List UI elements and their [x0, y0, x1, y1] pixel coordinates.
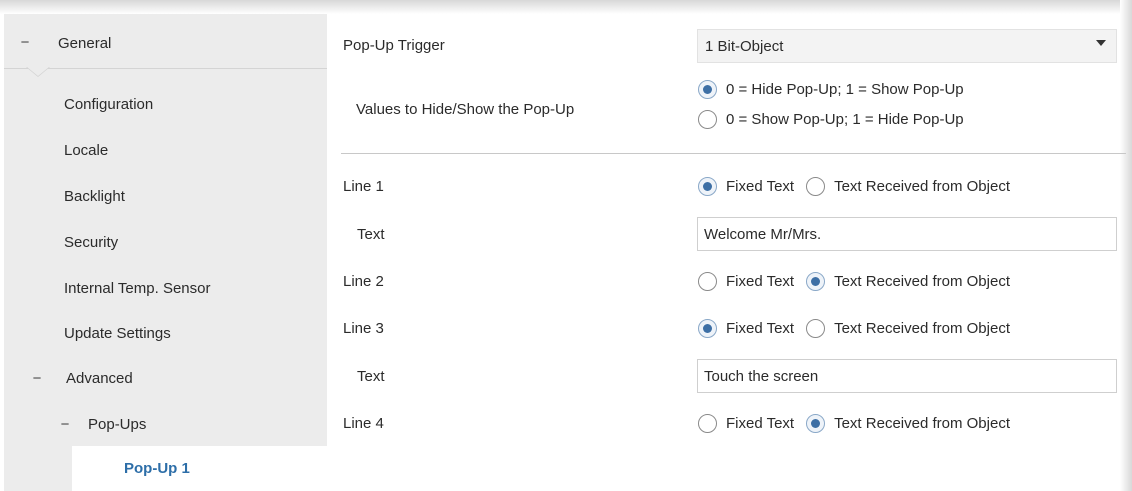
- section-divider: [341, 153, 1126, 154]
- line-3-text-label: Text: [357, 368, 385, 385]
- radio-label: Fixed Text: [726, 320, 795, 337]
- sidebar-item-label: Advanced: [66, 369, 133, 387]
- line-2-options: Fixed Text Text Received from Object: [698, 272, 1022, 291]
- line-3-label: Line 3: [343, 320, 384, 337]
- line-1-text-label: Text: [357, 226, 385, 243]
- radio-label: Fixed Text: [726, 273, 795, 290]
- radio-label: Text Received from Object: [834, 273, 1010, 290]
- radio-label: 0 = Hide Pop-Up; 1 = Show Pop-Up: [726, 81, 964, 98]
- values-option-0[interactable]: 0 = Hide Pop-Up; 1 = Show Pop-Up: [698, 80, 976, 99]
- collapse-icon[interactable]: −: [18, 34, 32, 51]
- radio-label: Text Received from Object: [834, 178, 1010, 195]
- radio-unselected-icon[interactable]: [806, 177, 826, 196]
- parameters-panel: Pop-Up Trigger 1 Bit-Object Values to Hi…: [327, 14, 1126, 491]
- line-3-options: Fixed Text Text Received from Object: [698, 319, 1022, 338]
- pop-up-trigger-label: Pop-Up Trigger: [343, 37, 445, 54]
- sidebar-item-backlight[interactable]: Backlight: [64, 174, 125, 218]
- radio-selected-icon[interactable]: [698, 177, 717, 196]
- sidebar-item-label: Internal Temp. Sensor: [64, 279, 211, 297]
- values-hide-show-label: Values to Hide/Show the Pop-Up: [356, 101, 575, 118]
- line-4-label: Line 4: [343, 415, 384, 432]
- radio-unselected-icon[interactable]: [698, 110, 717, 129]
- sidebar-item-label: Pop-Ups: [88, 415, 147, 433]
- sidebar-item-label: Security: [64, 233, 119, 251]
- values-option-1[interactable]: 0 = Show Pop-Up; 1 = Hide Pop-Up: [698, 110, 976, 129]
- tree-notch-inner: [27, 67, 49, 76]
- select-value: 1 Bit-Object: [705, 37, 784, 55]
- line-1-label: Line 1: [343, 178, 384, 195]
- sidebar-item-internal-temp-sensor[interactable]: Internal Temp. Sensor: [64, 266, 210, 310]
- text-field-value: Welcome Mr/Mrs.: [704, 225, 822, 243]
- radio-selected-icon[interactable]: [698, 80, 717, 99]
- sidebar-item-label: Pop-Up 1: [124, 460, 190, 477]
- collapse-icon[interactable]: −: [58, 416, 72, 433]
- sidebar-item-general[interactable]: − General: [4, 22, 327, 69]
- radio-label: 0 = Show Pop-Up; 1 = Hide Pop-Up: [726, 111, 964, 128]
- radio-unselected-icon[interactable]: [698, 272, 717, 291]
- sidebar-item-update-settings[interactable]: Update Settings: [64, 311, 171, 355]
- line-2-label: Line 2: [343, 273, 384, 290]
- radio-unselected-icon[interactable]: [698, 414, 717, 433]
- sidebar-item-pop-up-1[interactable]: Pop-Up 1: [72, 446, 327, 491]
- sidebar-item-pop-ups[interactable]: − Pop-Ups: [58, 402, 318, 446]
- radio-unselected-icon[interactable]: [806, 319, 826, 338]
- collapse-icon[interactable]: −: [30, 370, 44, 387]
- radio-label: Fixed Text: [726, 178, 795, 195]
- sidebar-item-label: Update Settings: [64, 324, 171, 342]
- radio-label: Text Received from Object: [834, 415, 1010, 432]
- sidebar-item-label: Backlight: [64, 187, 125, 205]
- line-4-options: Fixed Text Text Received from Object: [698, 414, 1022, 433]
- window: − General Configuration Locale Backlight…: [0, 0, 1132, 491]
- sidebar-item-locale[interactable]: Locale: [64, 128, 108, 172]
- radio-selected-icon[interactable]: [806, 414, 826, 433]
- sidebar-item-security[interactable]: Security: [64, 220, 118, 264]
- sidebar-item-label: Configuration: [64, 95, 154, 113]
- window-top-shadow: [0, 0, 1132, 14]
- text-field-value: Touch the screen: [704, 367, 819, 385]
- line-3-text-field[interactable]: Touch the screen: [697, 359, 1117, 393]
- radio-selected-icon[interactable]: [806, 272, 826, 291]
- sidebar-item-label: Locale: [64, 141, 109, 159]
- radio-label: Text Received from Object: [834, 320, 1010, 337]
- sidebar-item-advanced[interactable]: − Advanced: [30, 356, 320, 400]
- sidebar-tree: − General Configuration Locale Backlight…: [4, 14, 327, 491]
- radio-label: Fixed Text: [726, 415, 795, 432]
- chevron-down-icon: [1096, 40, 1106, 46]
- line-1-text-field[interactable]: Welcome Mr/Mrs.: [697, 217, 1117, 251]
- window-right-shadow: [1120, 0, 1132, 491]
- line-1-options: Fixed Text Text Received from Object: [698, 177, 1022, 196]
- sidebar-item-configuration[interactable]: Configuration: [64, 82, 153, 126]
- radio-selected-icon[interactable]: [698, 319, 717, 338]
- sidebar-item-label: General: [58, 35, 112, 52]
- pop-up-trigger-select[interactable]: 1 Bit-Object: [697, 29, 1117, 63]
